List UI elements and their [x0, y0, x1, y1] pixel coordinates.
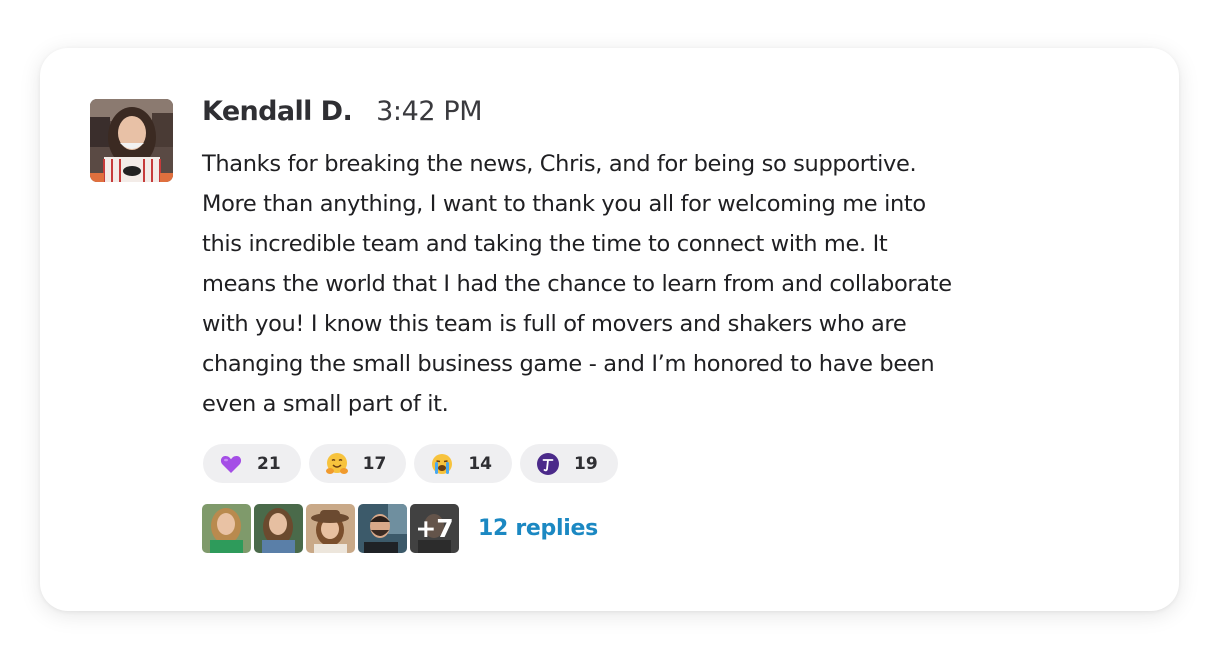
message-line: More than anything, I want to thank you …: [202, 191, 926, 217]
replies-link[interactable]: 12 replies: [478, 516, 598, 541]
more-repliers-count: +7: [410, 504, 459, 553]
message-card: Kendall D. 3:42 PM Thanks for breaking t…: [40, 48, 1179, 611]
crying-face-icon: [430, 452, 454, 476]
message-header: Kendall D. 3:42 PM: [202, 96, 483, 130]
message-line: means the world that I had the chance to…: [202, 271, 952, 297]
message-line: Thanks for breaking the news, Chris, and…: [202, 151, 917, 177]
reactions-bar: 21 17 14 19: [203, 444, 618, 483]
message-timestamp[interactable]: 3:42 PM: [376, 96, 482, 127]
reaction-crying-face[interactable]: 14: [414, 444, 513, 483]
reaction-hugging-face[interactable]: 17: [308, 444, 407, 483]
message-line: even a small part of it.: [202, 391, 449, 417]
message-line: this incredible team and taking the time…: [202, 231, 888, 257]
reaction-purple-heart[interactable]: 21: [203, 444, 301, 483]
reaction-count: 21: [257, 453, 281, 474]
brand-logo-icon: [536, 452, 560, 476]
reaction-count: 19: [574, 453, 598, 474]
purple-heart-icon: [219, 452, 243, 476]
author-name[interactable]: Kendall D.: [202, 96, 353, 127]
more-repliers[interactable]: +7: [410, 504, 459, 553]
replier-avatar[interactable]: [306, 504, 355, 553]
replier-avatar[interactable]: [254, 504, 303, 553]
message-line: changing the small business game - and I…: [202, 351, 935, 377]
reaction-brand-logo[interactable]: 19: [520, 444, 618, 483]
message-line: with you! I know this team is full of mo…: [202, 311, 907, 337]
reaction-count: 14: [468, 453, 493, 474]
author-avatar[interactable]: [90, 99, 173, 182]
message-text: Thanks for breaking the news, Chris, and…: [202, 144, 1137, 424]
hugging-face-icon: [325, 452, 349, 476]
reaction-count: 17: [362, 453, 387, 474]
replier-avatar[interactable]: [358, 504, 407, 553]
replier-avatar[interactable]: [202, 504, 251, 553]
thread-replies: +7 12 replies: [202, 504, 598, 553]
